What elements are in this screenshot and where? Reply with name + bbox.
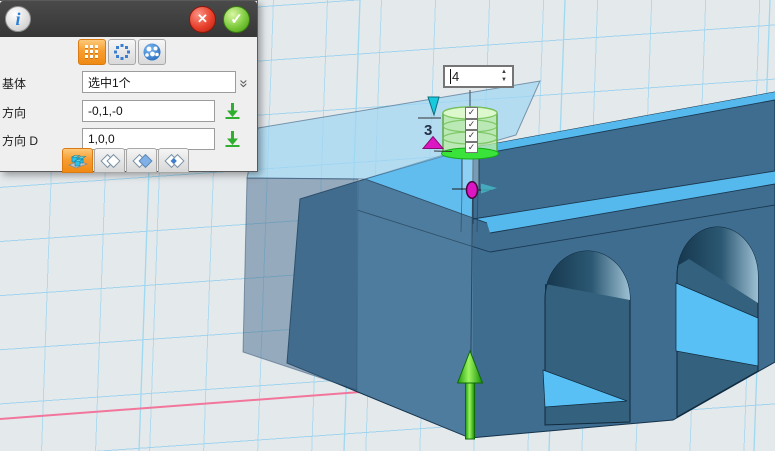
preview-slab-front-veil [357,147,473,438]
direction-d-input[interactable] [82,128,215,150]
instance-count-label: 3 [424,122,432,139]
pattern-count-value[interactable]: 4 [452,69,501,84]
close-icon: ✕ [197,11,208,27]
dialog-titlebar[interactable]: i ✕ ✓ [0,1,257,37]
instance-checkbox-4[interactable]: ✓ [465,142,478,154]
display-diamond-dot-button[interactable] [158,148,189,173]
pattern-count-spinner[interactable]: 4 ▲ ▼ [443,65,514,88]
pattern-type-circular-button[interactable] [108,39,136,65]
cubes-stack-icon [66,151,90,171]
direction-input[interactable] [82,100,215,122]
pattern-type-linear-button[interactable] [78,39,106,65]
pick-direction-icon[interactable] [223,101,242,120]
display-outline-instances-button[interactable] [94,148,125,173]
instance-toggle-list: ✓ ✓ ✓ ✓ [465,107,478,153]
base-selection-input[interactable] [82,71,236,93]
arch-opening-1 [543,251,630,425]
display-mode-row [62,148,189,173]
direction-field-label: 方向 [2,104,26,121]
linear-grid-icon [85,45,99,59]
tick-line-2 [434,151,452,152]
cad-viewport[interactable]: 4 ▲ ▼ 3 ✓ ✓ ✓ ✓ i ✕ ✓ [0,0,775,451]
preview-slab-left-face[interactable] [243,178,358,390]
sphere-pattern-icon [142,42,162,62]
cancel-button[interactable]: ✕ [189,6,216,33]
diamond-filled-icon [130,151,154,171]
circular-pattern-icon [112,42,132,62]
arch-opening-2 [676,227,758,417]
expand-chevron-icon[interactable]: » [236,79,253,85]
spinner-up-icon[interactable]: ▲ [501,70,507,75]
spinner-down-icon[interactable]: ▼ [501,78,507,83]
check-icon: ✓ [230,10,243,28]
display-solid-instances-button[interactable] [62,148,93,173]
confirm-button[interactable]: ✓ [223,6,250,33]
instance-checkbox-2[interactable]: ✓ [465,119,478,131]
info-icon[interactable]: i [5,6,31,32]
pattern-type-point-button[interactable] [138,39,166,65]
base-field-label: 基体 [2,75,26,92]
pattern-type-row [78,39,166,65]
diamond-dot-icon [162,151,186,171]
two-diamonds-icon [98,151,122,171]
text-cursor [450,69,451,84]
pick-direction-d-icon[interactable] [223,129,242,148]
direction-d-field-label: 方向 D [2,132,38,149]
display-filled-diamond-button[interactable] [126,148,157,173]
instance-checkbox-3[interactable]: ✓ [465,130,478,142]
instance-checkbox-1[interactable]: ✓ [465,107,478,119]
point-drag-handle[interactable] [467,182,478,198]
pattern-dialog: i ✕ ✓ [0,0,258,172]
